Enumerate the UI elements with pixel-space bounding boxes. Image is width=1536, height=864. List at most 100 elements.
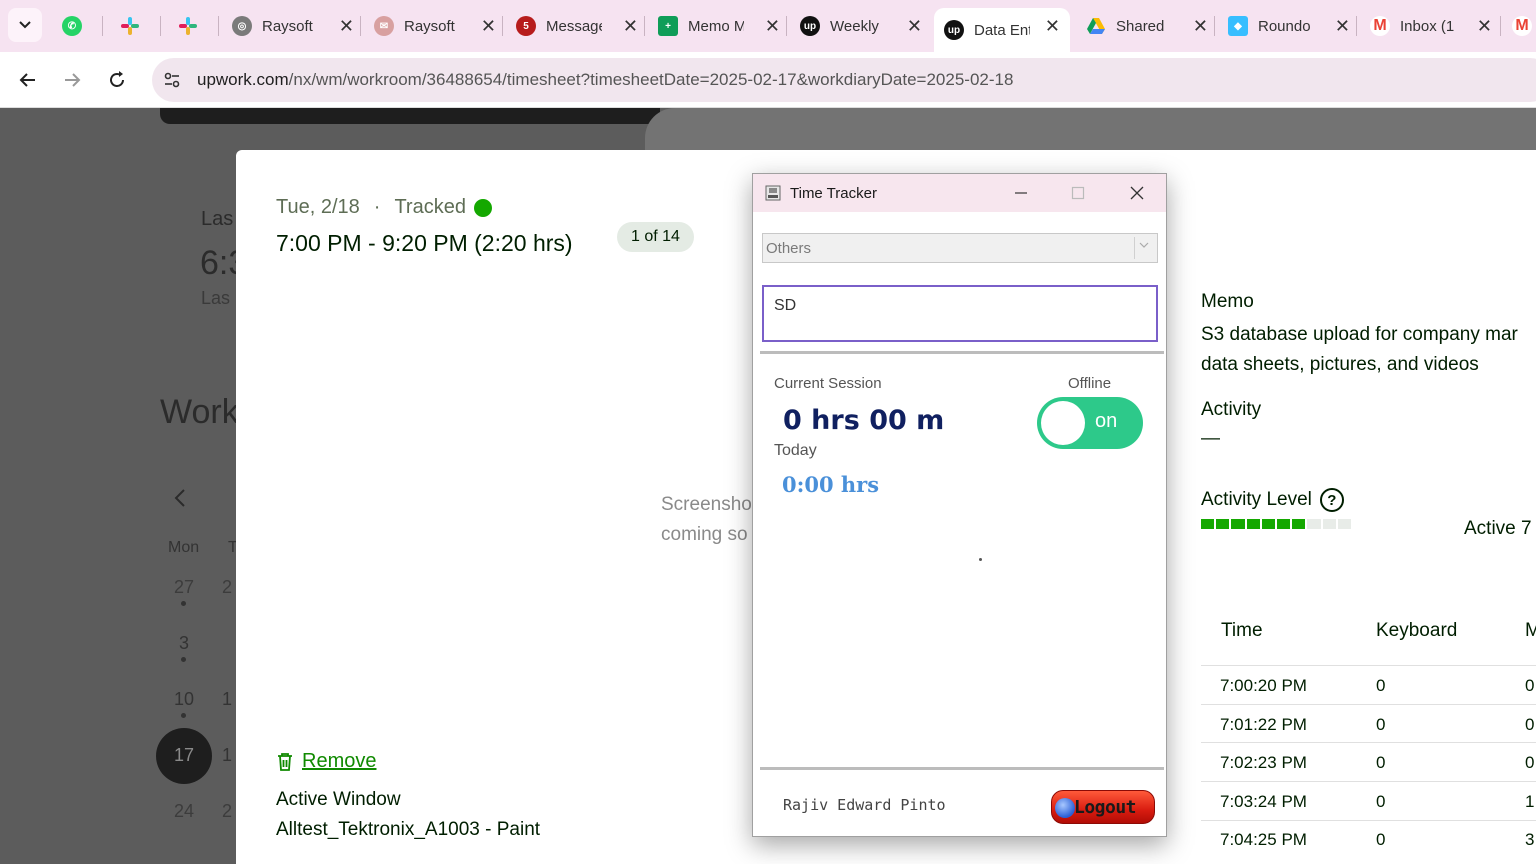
tracked-status-icon [473,198,492,217]
raysoft-icon: ✉ [374,16,394,36]
close-icon[interactable]: ✕ [1045,16,1060,37]
project-select[interactable]: Others [762,233,1158,263]
close-icon[interactable]: ✕ [765,16,780,37]
activity-level-segment [1261,519,1276,529]
tab-inbox[interactable]: M Inbox (1 ✕ [1360,8,1502,44]
calendar-day[interactable]: 10 [164,689,204,710]
active-window-value: Alltest_Tektronix_A1003 - Paint [276,819,541,840]
user-name: Rajiv Edward Pinto [783,796,946,814]
remove-link[interactable]: Remove [276,750,376,773]
tab-weekly[interactable]: up Weekly ✕ [790,8,932,44]
activity-value: — [1201,428,1220,449]
tab-roundcube[interactable]: ◆ Roundo ✕ [1218,8,1360,44]
url-text: upwork.com/nx/wm/workroom/36488654/times… [197,70,1013,90]
background-card [160,108,660,124]
close-button[interactable] [1117,180,1157,206]
tab-slack-2[interactable] [168,8,208,44]
maximize-button [1058,180,1098,206]
active-window-label: Active Window [276,789,401,810]
browser-toolbar: upwork.com/nx/wm/workroom/36488654/times… [0,52,1536,108]
tab-search-button[interactable] [8,8,42,42]
close-icon[interactable]: ✕ [1477,16,1492,37]
calendar-day[interactable]: 24 [164,801,204,822]
tracked-label: Tracked [394,196,466,218]
site-info-icon [164,72,180,88]
today-label: Today [774,442,817,459]
logout-button[interactable]: Logout [1051,790,1155,824]
toggle-label: on [1095,410,1118,432]
tab-title: Data Ent [974,21,1030,39]
offline-label: Offline [1068,375,1112,392]
active-percent-label: Active 7 [1464,518,1532,539]
tab-whatsapp[interactable]: ✆ [52,8,92,44]
close-icon[interactable]: ✕ [1335,16,1350,37]
calendar-day[interactable]: 27 [164,577,204,598]
screenshot-placeholder: Screensho coming so [661,490,752,550]
table-header-mouse[interactable]: M [1525,620,1536,642]
tab-shared[interactable]: Shared ✕ [1076,8,1218,44]
close-icon[interactable]: ✕ [907,16,922,37]
calendar-day[interactable]: 1 [218,745,236,766]
activity-level-segment [1322,519,1336,529]
tab-raysoft-1[interactable]: ◎ Raysoft ✕ [222,8,364,44]
tab-data-entry[interactable]: up Data Ent ✕ [934,8,1070,52]
segment-count-badge: 1 of 14 [617,222,694,252]
table-cell-keyboard: 0 [1376,676,1386,695]
time-tracker-titlebar[interactable]: Time Tracker [753,174,1166,212]
current-session-value: 0 hrs 00 m [783,405,945,436]
table-cell-keyboard: 0 [1376,715,1386,734]
separator: · [373,196,381,218]
close-icon [1130,186,1144,200]
project-select-value: Others [766,240,812,257]
current-session-label: Current Session [774,375,882,392]
tab-gmail-extra[interactable]: M [1506,8,1536,44]
calendar-day[interactable]: 2 [218,577,236,598]
activity-level-bar [1201,519,1352,529]
upwork-icon: up [800,16,820,36]
help-icon[interactable]: ? [1319,488,1344,512]
whatsapp-icon: ✆ [62,16,82,36]
arrow-right-icon [65,73,81,87]
close-icon[interactable]: ✕ [623,16,638,37]
back-button[interactable] [14,66,42,94]
tab-memo[interactable]: + Memo M ✕ [648,8,790,44]
table-header-time[interactable]: Time [1221,620,1263,642]
last-worked-label: Las [201,208,234,230]
calendar-day: 17 [173,745,195,765]
memo-input-value: SD [774,297,797,314]
close-icon[interactable]: ✕ [481,16,496,37]
activity-level-segment [1277,519,1291,529]
calendar-day[interactable]: 2 [218,801,236,822]
table-cell-keyboard: 0 [1376,753,1386,772]
tab-messages[interactable]: 5 Message ✕ [506,8,648,44]
address-bar[interactable]: upwork.com/nx/wm/workroom/36488654/times… [152,58,1536,102]
tab-title: Weekly [830,17,879,35]
tab-raysoft-2[interactable]: ✉ Raysoft ✕ [364,8,506,44]
gmail-icon: M [1512,16,1532,36]
activity-level-segment [1216,519,1230,529]
tab-title: Roundo [1258,17,1311,35]
time-tracker-app-icon [765,185,781,201]
remove-label[interactable]: Remove [302,750,376,773]
url-host: upwork.com [197,70,289,89]
tab-title: Raysoft [404,17,455,35]
tab-slack-1[interactable] [110,8,150,44]
close-icon[interactable]: ✕ [339,16,354,37]
table-cell-mouse: 3 [1525,830,1535,849]
chevron-left-icon[interactable] [172,488,188,508]
reload-button[interactable] [103,66,131,94]
slack-icon [121,17,139,35]
table-cell-mouse: 0 [1525,715,1535,734]
close-icon[interactable]: ✕ [1193,16,1208,37]
activity-label: Activity [1201,399,1262,420]
table-cell-mouse: 1 [1525,792,1535,811]
table-header-keyboard[interactable]: Keyboard [1376,620,1457,642]
activity-level-segment [1337,519,1352,529]
segment-date: Tue, 2/18 [276,196,360,218]
minimize-button[interactable] [1001,180,1041,206]
forward-button[interactable] [58,66,86,94]
memo-input[interactable]: SD [762,285,1158,342]
offline-toggle[interactable]: on [1037,397,1143,449]
calendar-day[interactable]: 1 [218,689,236,710]
calendar-day[interactable]: 3 [164,633,204,654]
